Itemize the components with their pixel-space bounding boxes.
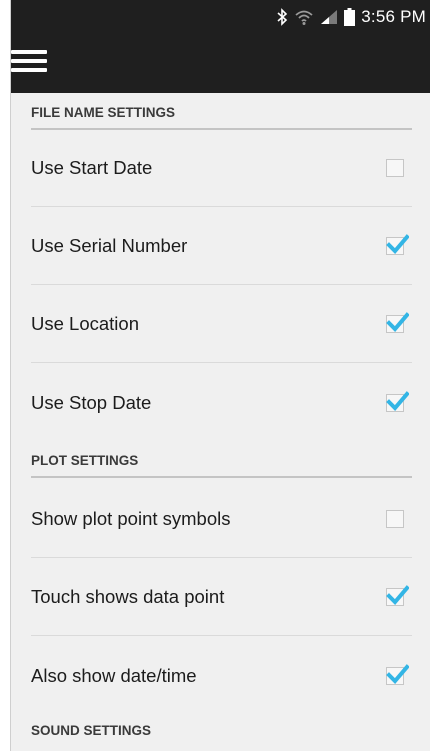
setting-label: Touch shows data point bbox=[31, 586, 225, 607]
setting-row-also-show-date-time[interactable]: Also show date/time bbox=[31, 637, 412, 714]
checkmark-icon bbox=[386, 234, 409, 254]
bluetooth-icon bbox=[276, 8, 288, 26]
wifi-icon bbox=[294, 8, 314, 26]
checkbox[interactable] bbox=[386, 510, 404, 528]
section-header-file-name: FILE NAME SETTINGS bbox=[31, 93, 412, 130]
setting-row-use-serial-number[interactable]: Use Serial Number bbox=[31, 208, 412, 285]
screen-frame-left bbox=[0, 0, 11, 751]
setting-label: Also show date/time bbox=[31, 664, 197, 686]
checkbox[interactable] bbox=[386, 312, 409, 333]
setting-label: Use Start Date bbox=[31, 157, 153, 178]
setting-label: Show plot point symbols bbox=[31, 508, 231, 529]
checkbox[interactable] bbox=[386, 663, 409, 685]
hamburger-menu-icon[interactable] bbox=[11, 50, 47, 76]
setting-row-show-plot-point-symbols[interactable]: Show plot point symbols bbox=[31, 481, 412, 558]
checkbox[interactable] bbox=[386, 585, 409, 606]
settings-list: FILE NAME SETTINGS Use Start Date Use Se… bbox=[11, 93, 430, 751]
setting-row-use-location[interactable]: Use Location bbox=[31, 286, 412, 363]
checkmark-icon bbox=[386, 390, 409, 411]
checkbox[interactable] bbox=[386, 159, 404, 177]
setting-label: Use Serial Number bbox=[31, 235, 188, 256]
setting-row-use-start-date[interactable]: Use Start Date bbox=[31, 130, 412, 207]
section-header-plot: PLOT SETTINGS bbox=[31, 441, 412, 478]
checkbox[interactable] bbox=[386, 234, 409, 255]
setting-label: Use Stop Date bbox=[31, 391, 152, 413]
checkmark-icon bbox=[386, 312, 409, 332]
signal-icon bbox=[320, 9, 338, 25]
section-header-sound: SOUND SETTINGS bbox=[31, 723, 152, 738]
action-bar bbox=[11, 34, 430, 93]
setting-row-use-stop-date[interactable]: Use Stop Date bbox=[31, 364, 412, 441]
setting-label: Use Location bbox=[31, 313, 139, 334]
status-bar: 3:56 PM bbox=[11, 0, 430, 34]
battery-icon bbox=[344, 8, 356, 26]
setting-row-touch-shows-data-point[interactable]: Touch shows data point bbox=[31, 559, 412, 636]
status-time: 3:56 PM bbox=[361, 7, 426, 26]
checkmark-icon bbox=[386, 585, 409, 605]
checkbox[interactable] bbox=[386, 390, 409, 412]
checkmark-icon bbox=[386, 663, 409, 684]
